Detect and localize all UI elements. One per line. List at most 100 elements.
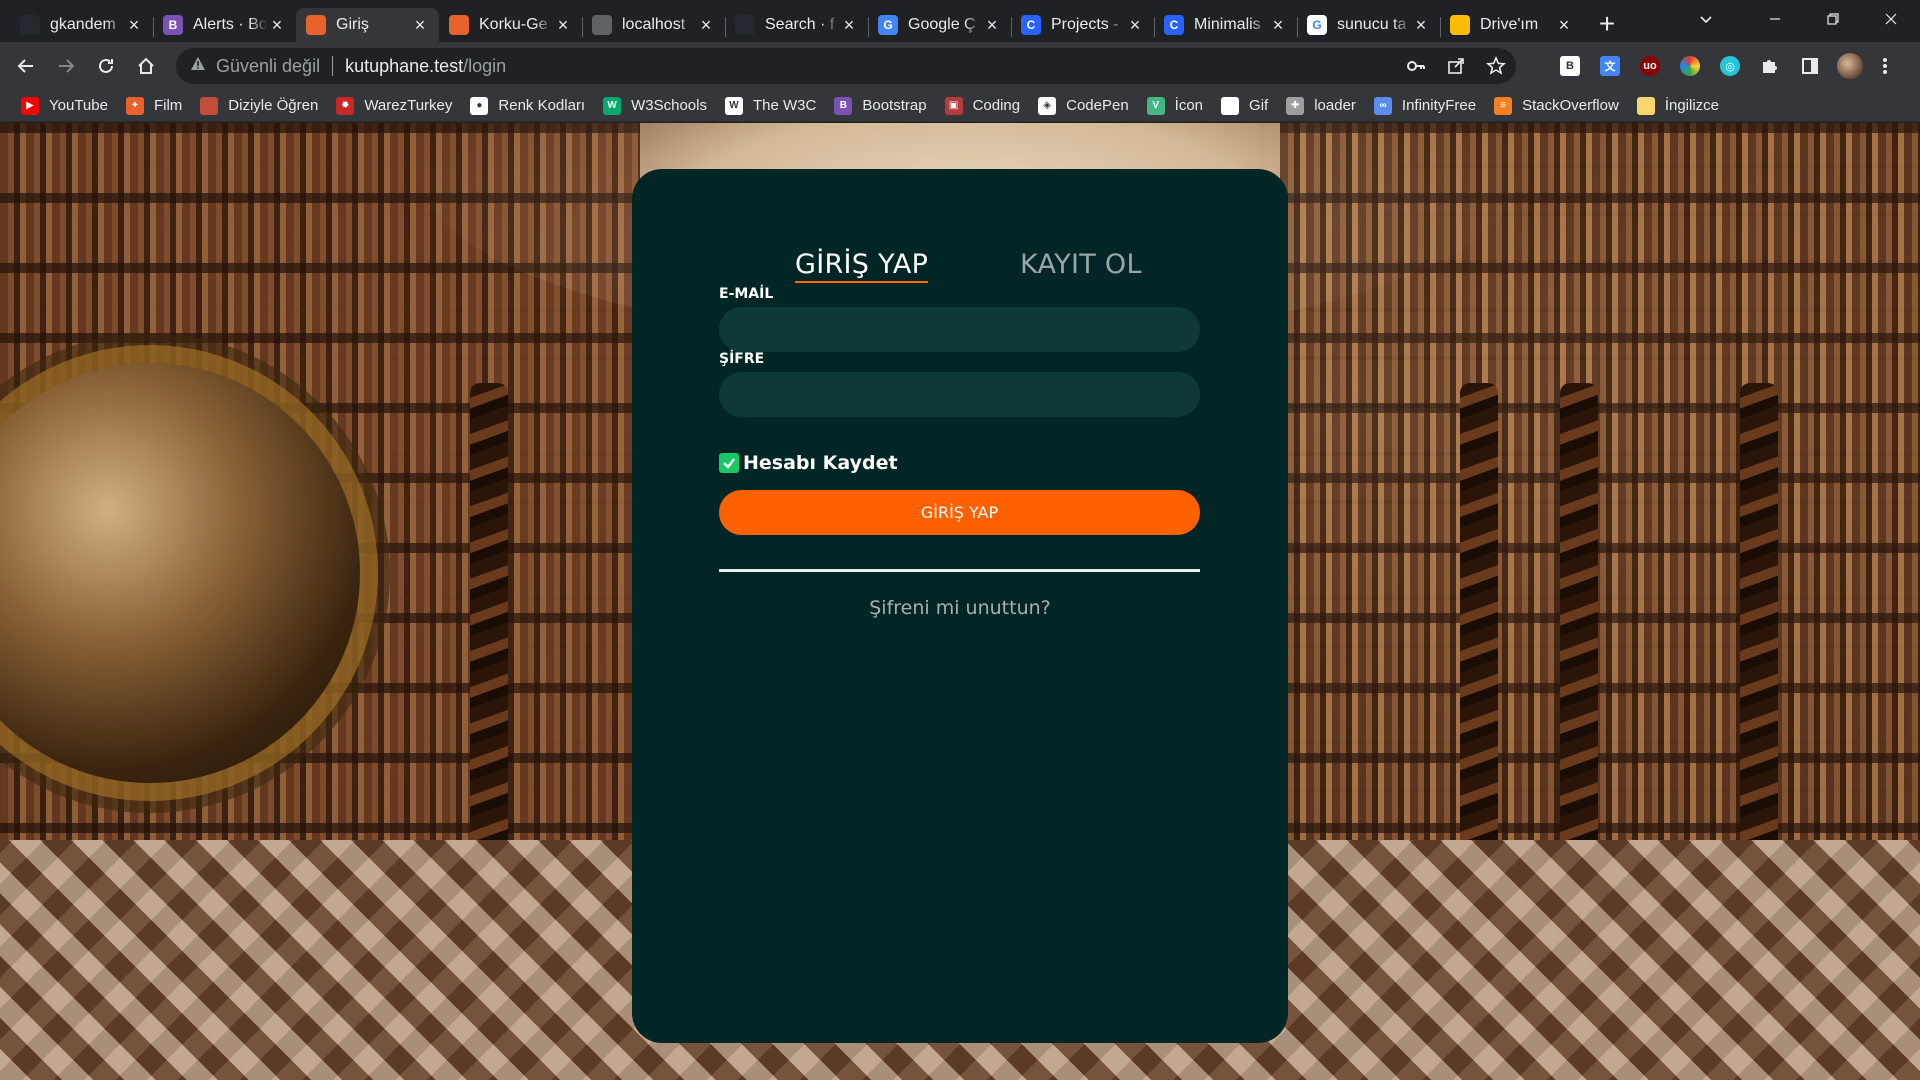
close-window-button[interactable] — [1862, 0, 1920, 38]
ublock-extension-icon[interactable]: uo — [1630, 48, 1670, 84]
bookmark-label: W3Schools — [631, 97, 707, 114]
page-viewport: GİRİŞ YAP KAYIT OL E-MAİL ŞİFRE Hesabı K… — [0, 123, 1920, 1080]
drive-icon — [1450, 15, 1470, 35]
email-field[interactable] — [719, 307, 1200, 352]
tab-register[interactable]: KAYIT OL — [1020, 249, 1142, 280]
bookmark-item[interactable]: ▶ YouTube — [12, 92, 117, 120]
bootstrap-icon: B — [834, 96, 853, 115]
tab-title: Korku-Ge — [479, 16, 548, 33]
bookmark-item[interactable]: V İcon — [1138, 92, 1212, 120]
back-button[interactable] — [8, 48, 44, 84]
browser-tab[interactable]: Search · f × — [725, 8, 868, 42]
security-status[interactable]: Güvenli değil — [216, 56, 320, 77]
bookmark-label: İngilizce — [1664, 97, 1720, 114]
extensions-area: B 文 uo ◎ — [1550, 48, 1900, 84]
remember-checkbox[interactable] — [719, 453, 739, 473]
page-icon — [306, 15, 326, 35]
extension-b-icon[interactable]: B — [1550, 48, 1590, 84]
close-tab-icon[interactable]: × — [1412, 15, 1430, 35]
password-label: ŞİFRE — [719, 351, 765, 367]
close-tab-icon[interactable]: × — [1126, 15, 1144, 35]
tab-search-chevron-icon[interactable] — [1686, 0, 1726, 38]
browser-tab[interactable]: C Minimalis × — [1154, 8, 1297, 42]
login-button[interactable]: GİRİŞ YAP — [719, 490, 1200, 535]
google-icon: G — [1307, 15, 1327, 35]
forgot-password-link[interactable]: Şifreni mi unuttun? — [632, 597, 1288, 619]
tab-title: gkandem — [50, 16, 116, 33]
close-tab-icon[interactable]: × — [268, 15, 286, 35]
close-tab-icon[interactable]: × — [1269, 15, 1287, 35]
bookmark-label: WarezTurkey — [364, 97, 453, 114]
bookmark-item[interactable]: ✹ WarezTurkey — [327, 92, 461, 120]
bookmark-item[interactable]: İngilizce — [1628, 92, 1728, 120]
bookmark-item[interactable]: B Bootstrap — [825, 92, 935, 120]
home-button[interactable] — [128, 48, 164, 84]
url-host: kutuphane.test — [345, 55, 464, 76]
bookmark-item[interactable]: ∞ InfinityFree — [1365, 92, 1485, 120]
tab-login[interactable]: GİRİŞ YAP — [795, 249, 929, 283]
forward-button[interactable] — [48, 48, 84, 84]
bookmark-item[interactable]: W The W3C — [716, 92, 825, 120]
browser-tab[interactable]: Giriş × — [296, 8, 439, 42]
bookmark-item[interactable]: ≡ StackOverflow — [1485, 92, 1628, 120]
close-tab-icon[interactable]: × — [840, 15, 858, 35]
browser-tab[interactable]: G Google Ç × — [868, 8, 1011, 42]
bookmark-label: Coding — [972, 97, 1021, 114]
localhost-icon — [592, 15, 612, 35]
share-icon[interactable] — [1436, 48, 1476, 84]
tab-strip: gkandem × B Alerts · Bo × Giriş × Korku-Ge × loca… — [0, 0, 1920, 42]
browser-tab[interactable]: C Projects - × — [1011, 8, 1154, 42]
folder-icon — [1636, 96, 1655, 115]
bookmark-item[interactable]: ● Renk Kodları — [461, 92, 594, 120]
browser-tab[interactable]: Gsunucu ta × — [1297, 8, 1440, 42]
bookmark-label: Diziyle Öğren — [228, 97, 319, 114]
warning-icon[interactable] — [190, 56, 206, 77]
bookmark-label: CodePen — [1066, 97, 1129, 114]
bookmark-label: The W3C — [752, 97, 817, 114]
github-icon — [735, 15, 755, 35]
bookmark-item[interactable]: Diziyle Öğren — [191, 92, 327, 120]
menu-dots-icon[interactable] — [1870, 48, 1900, 84]
loader-extension-icon[interactable]: ◎ — [1710, 48, 1750, 84]
project-icon: C — [1164, 15, 1184, 35]
close-tab-icon[interactable]: × — [411, 15, 429, 35]
browser-tab[interactable]: Korku-Ge × — [439, 8, 582, 42]
translate-extension-icon[interactable]: 文 — [1590, 48, 1630, 84]
puzzle-icon[interactable] — [1750, 48, 1790, 84]
browser-tab[interactable]: localhost × — [582, 8, 725, 42]
bookmark-item[interactable]: Gif — [1212, 92, 1277, 120]
password-field[interactable] — [719, 372, 1200, 417]
browser-tab[interactable]: B Alerts · Bo × — [153, 8, 296, 42]
bookmark-item[interactable]: ▣ Coding — [936, 92, 1030, 120]
close-tab-icon[interactable]: × — [554, 15, 572, 35]
close-tab-icon[interactable]: × — [697, 15, 715, 35]
tab-title: localhost — [622, 16, 686, 33]
browser-tab[interactable]: Drive'ım × — [1440, 8, 1583, 42]
profile-avatar[interactable] — [1830, 48, 1870, 84]
divider — [719, 569, 1200, 572]
password-key-icon[interactable] — [1396, 48, 1436, 84]
address-bar[interactable]: Güvenli değil kutuphane.test/login — [176, 48, 1516, 84]
browser-tab[interactable]: gkandem × — [10, 8, 153, 42]
bookmark-item[interactable]: ✚ loader — [1277, 92, 1365, 120]
reload-button[interactable] — [88, 48, 124, 84]
bookmark-item[interactable]: W W3Schools — [594, 92, 716, 120]
close-tab-icon[interactable]: × — [125, 15, 143, 35]
colorpicker-extension-icon[interactable] — [1670, 48, 1710, 84]
close-tab-icon[interactable]: × — [983, 15, 1001, 35]
remember-label[interactable]: Hesabı Kaydet — [743, 452, 898, 474]
github-icon — [20, 15, 40, 35]
tab-title: Google Ç — [908, 16, 976, 33]
restore-button[interactable] — [1804, 0, 1862, 38]
bookmark-label: Bootstrap — [862, 97, 927, 114]
bookmark-star-icon[interactable] — [1476, 48, 1516, 84]
browser-toolbar: Güvenli değil kutuphane.test/login B 文 u… — [0, 42, 1920, 90]
close-tab-icon[interactable]: × — [1555, 15, 1573, 35]
new-tab-button[interactable]: + — [1589, 6, 1625, 42]
bookmark-item[interactable]: ◈ CodePen — [1029, 92, 1138, 120]
minimize-button[interactable] — [1746, 0, 1804, 38]
address-bar-actions — [1396, 48, 1516, 84]
film-icon: ✦ — [125, 96, 144, 115]
bookmark-item[interactable]: ✦ Film — [117, 92, 191, 120]
side-panel-icon[interactable] — [1790, 48, 1830, 84]
